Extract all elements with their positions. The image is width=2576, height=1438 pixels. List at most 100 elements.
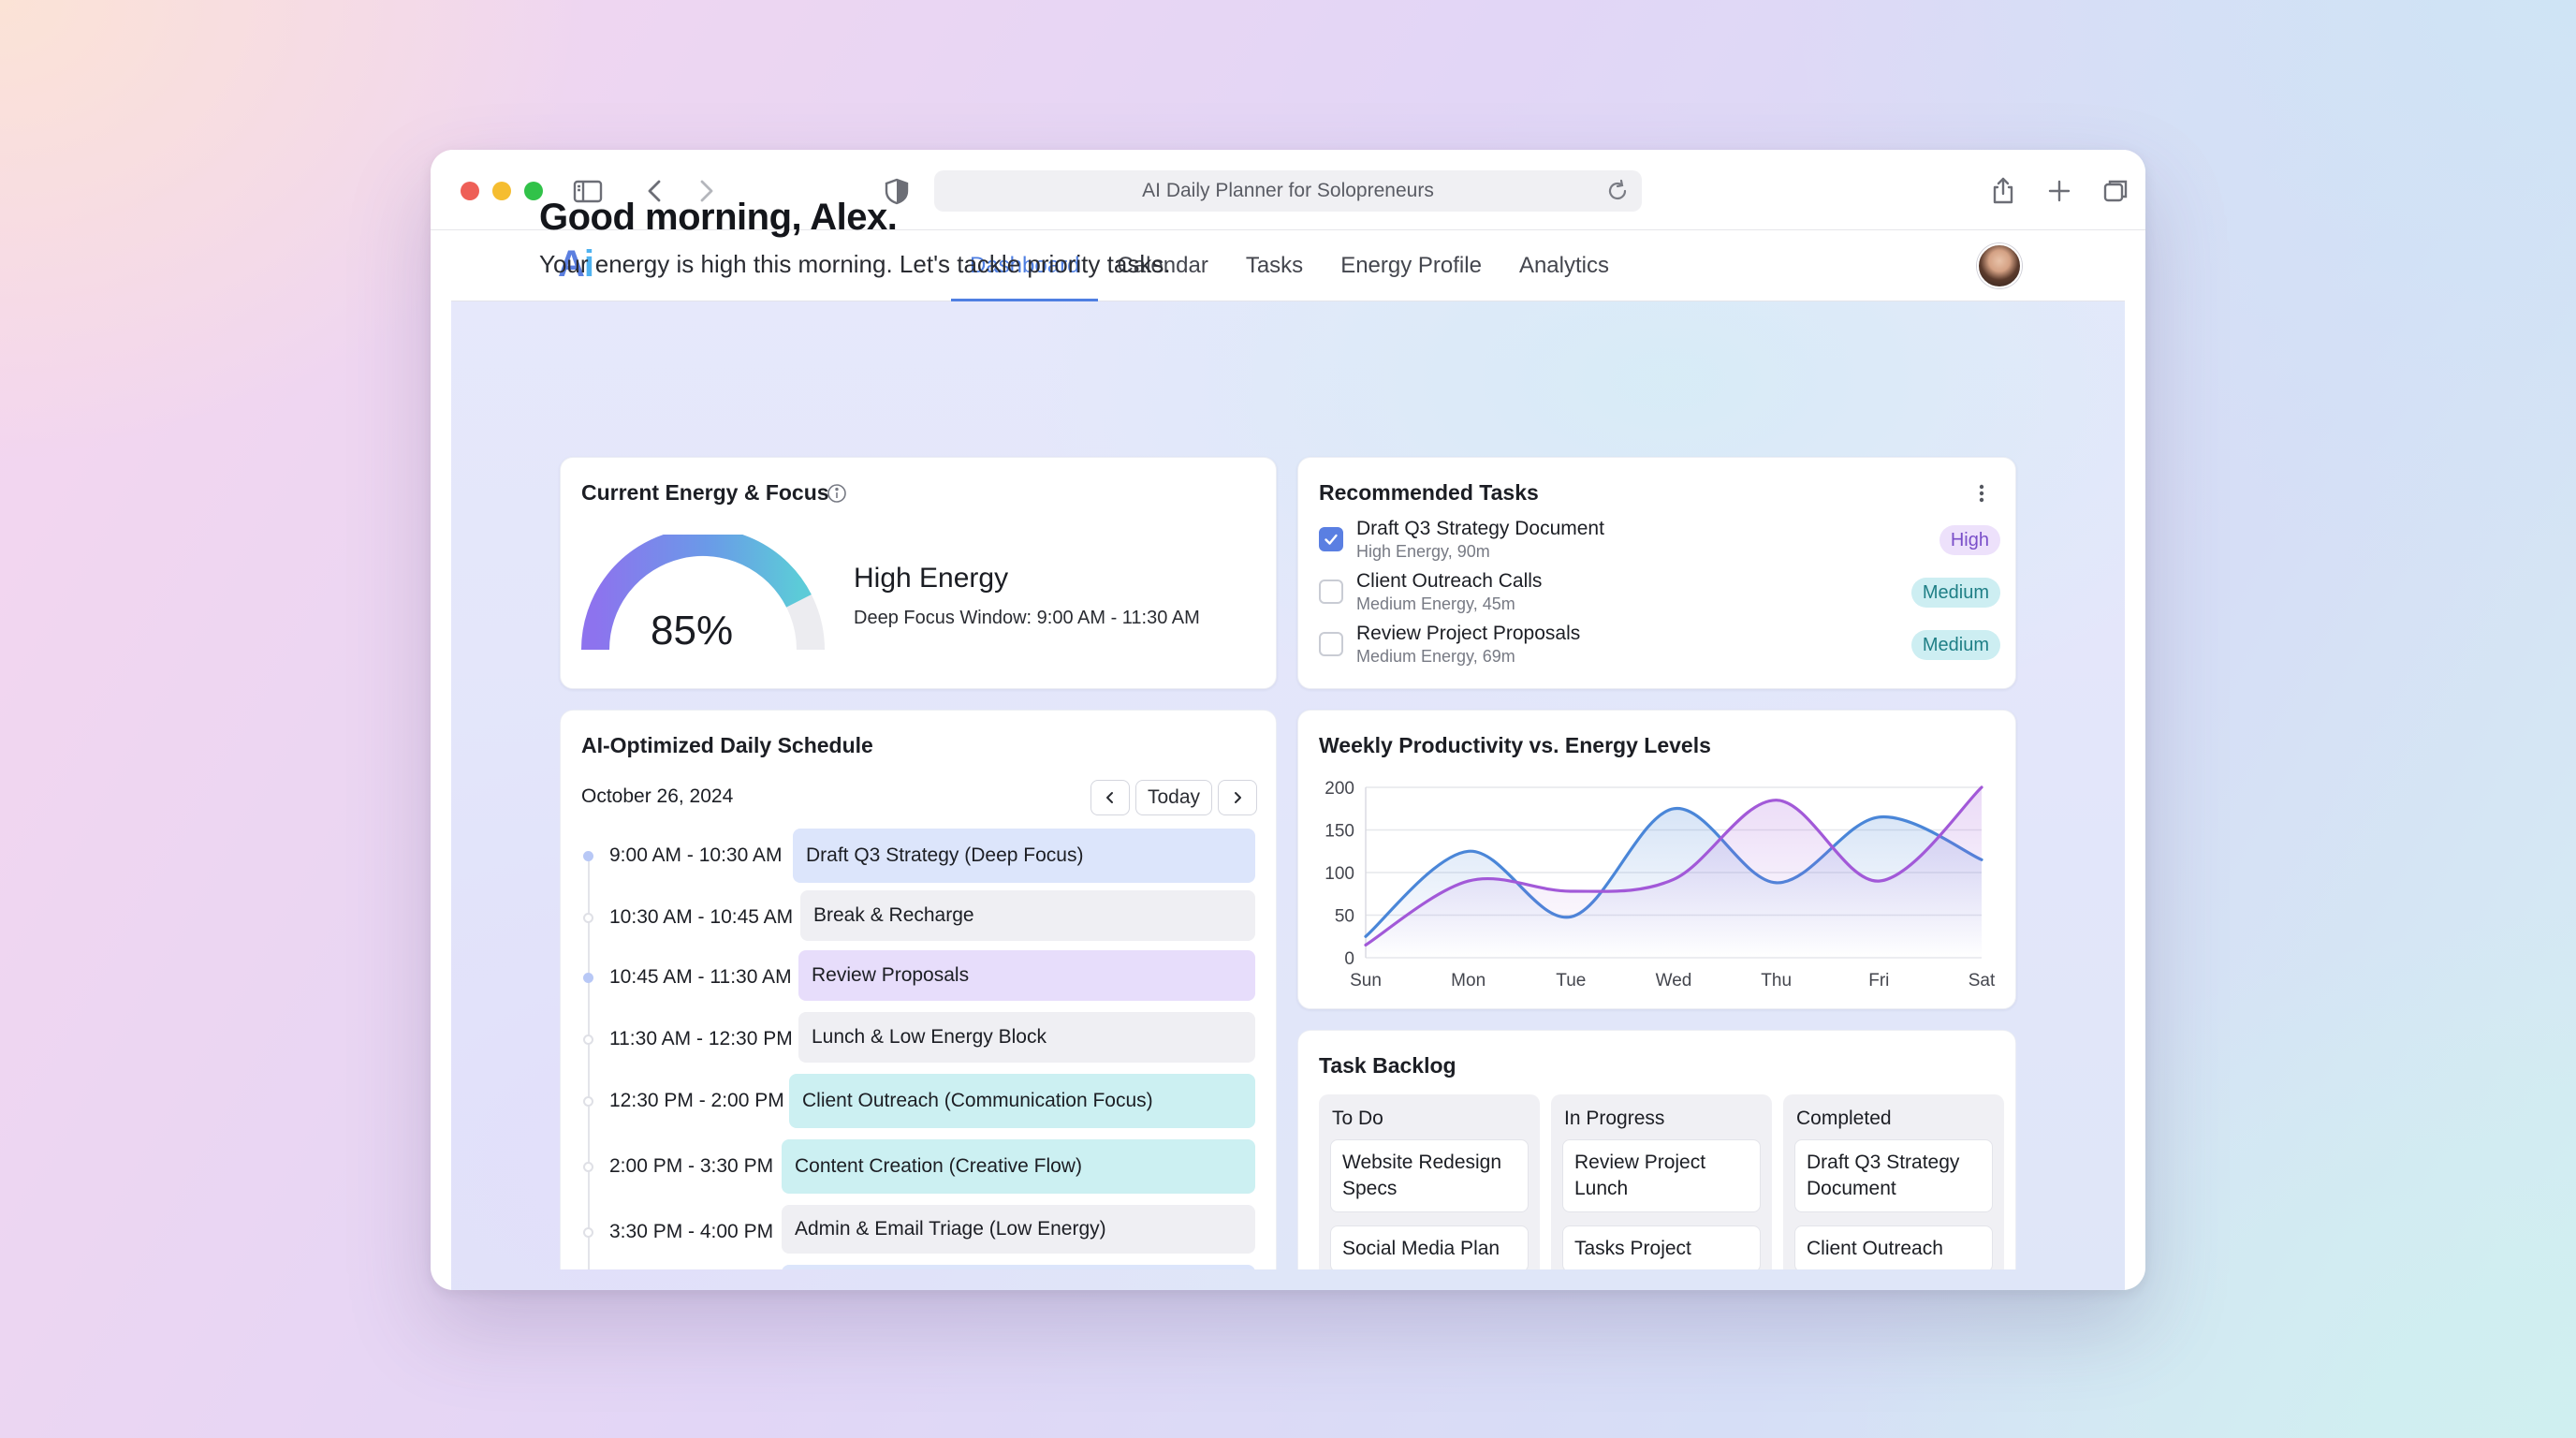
backlog-card-item[interactable]: Draft Q3 Strategy Document <box>1794 1139 1993 1212</box>
y-tick-label: 200 <box>1325 779 1354 799</box>
slot-block[interactable]: Content Creation (Creative Flow) <box>782 1139 1255 1194</box>
recommended-tasks-title: Recommended Tasks <box>1319 480 1539 505</box>
chevron-right-icon <box>1235 792 1241 803</box>
tab-analytics[interactable]: Analytics <box>1500 230 1628 301</box>
priority-badge: High <box>1939 525 2000 555</box>
timeline-dot <box>583 1162 593 1172</box>
y-tick-label: 100 <box>1325 864 1354 884</box>
energy-card-title: Current Energy & Focus <box>581 480 829 505</box>
timeline-dot <box>583 1096 593 1107</box>
slot-time: 10:45 AM - 11:30 AM <box>609 966 792 988</box>
task-meta: Medium Energy, 45m <box>1356 594 1515 613</box>
x-tick-label: Sat <box>1969 971 1996 990</box>
tab-tasks[interactable]: Tasks <box>1227 230 1322 301</box>
page-subtitle: Your energy is high this morning. Let's … <box>539 250 1171 278</box>
x-tick-label: Mon <box>1451 971 1486 990</box>
address-bar-title: AI Daily Planner for Solopreneurs <box>1142 180 1434 201</box>
weekly-chart-card: Weekly Productivity vs. Energy Levels 05… <box>1297 710 2016 1009</box>
today-button[interactable]: Today <box>1135 780 1212 815</box>
priority-badge: Medium <box>1910 578 2000 608</box>
x-tick-label: Fri <box>1868 971 1889 990</box>
schedule-slot[interactable]: 2:00 PM - 3:30 PM Content Creation (Crea… <box>561 1139 1276 1194</box>
timeline-dot <box>583 1034 593 1045</box>
schedule-slot <box>561 1265 1276 1269</box>
task-row[interactable]: Review Project Proposals Medium Energy, … <box>1319 623 2000 671</box>
backlog-card-item[interactable]: Client Outreach <box>1794 1225 1993 1269</box>
task-name: Review Project Proposals <box>1356 623 1581 644</box>
share-icon[interactable] <box>1984 172 2022 210</box>
greeting: Good morning, Alex. Your energy is high … <box>539 197 1171 279</box>
schedule-slot[interactable]: 9:00 AM - 10:30 AM Draft Q3 Strategy (De… <box>561 829 1276 883</box>
schedule-clip: AI-Optimized Daily Schedule October 26, … <box>560 710 1277 1269</box>
task-row[interactable]: Draft Q3 Strategy Document High Energy, … <box>1319 518 2000 566</box>
x-tick-label: Tue <box>1556 971 1586 990</box>
task-checkbox[interactable] <box>1319 580 1343 604</box>
backlog-card: Task Backlog To Do Website Redesign Spec… <box>1297 1030 2016 1269</box>
slot-block[interactable]: Admin & Email Triage (Low Energy) <box>782 1205 1255 1254</box>
slot-block[interactable]: Review Proposals <box>798 950 1255 1001</box>
schedule-slot[interactable]: 10:30 AM - 10:45 AM Break & Recharge <box>561 890 1276 941</box>
x-tick-label: Thu <box>1761 971 1792 990</box>
column-title: To Do <box>1332 1108 1383 1129</box>
backlog-column-todo: To Do Website Redesign Specs Social Medi… <box>1319 1094 1540 1269</box>
schedule-slot[interactable]: 12:30 PM - 2:00 PM Client Outreach (Comm… <box>561 1074 1276 1128</box>
user-avatar[interactable] <box>1977 243 2022 288</box>
timeline-dot <box>583 973 593 983</box>
energy-card: Current Energy & Focus 85% High Energy D… <box>560 457 1277 689</box>
close-window-button[interactable] <box>461 182 479 200</box>
info-icon[interactable] <box>827 483 847 504</box>
page-title: Good morning, Alex. <box>539 197 898 238</box>
schedule-slot[interactable]: 3:30 PM - 4:00 PM Admin & Email Triage (… <box>561 1205 1276 1254</box>
reload-icon[interactable] <box>1603 176 1632 206</box>
y-tick-label: 50 <box>1335 907 1354 927</box>
column-title: Completed <box>1796 1108 1892 1129</box>
slot-block[interactable]: Lunch & Low Energy Block <box>798 1012 1255 1063</box>
slot-time: 2:00 PM - 3:30 PM <box>609 1155 774 1177</box>
backlog-card-item[interactable]: Tasks Project <box>1562 1225 1761 1269</box>
schedule-card: AI-Optimized Daily Schedule October 26, … <box>560 710 1277 1269</box>
slot-time: 12:30 PM - 2:00 PM <box>609 1090 784 1111</box>
slot-time: 11:30 AM - 12:30 PM <box>609 1028 793 1049</box>
y-tick-label: 0 <box>1344 949 1354 969</box>
task-name: Draft Q3 Strategy Document <box>1356 518 1604 539</box>
task-row[interactable]: Client Outreach Calls Medium Energy, 45m… <box>1319 570 2000 619</box>
slot-block[interactable]: Draft Q3 Strategy (Deep Focus) <box>793 829 1255 883</box>
y-tick-label: 150 <box>1325 822 1354 842</box>
more-options-icon[interactable] <box>1969 480 1995 506</box>
minimize-window-button[interactable] <box>492 182 511 200</box>
slot-time: 9:00 AM - 10:30 AM <box>609 844 783 866</box>
task-meta: Medium Energy, 69m <box>1356 647 1515 666</box>
task-checkbox[interactable] <box>1319 527 1343 551</box>
energy-level: High Energy <box>854 563 1009 594</box>
slot-time: 3:30 PM - 4:00 PM <box>609 1221 774 1242</box>
slot-block[interactable]: Client Outreach (Communication Focus) <box>789 1074 1255 1128</box>
tab-energy-profile[interactable]: Energy Profile <box>1322 230 1500 301</box>
new-tab-icon[interactable] <box>2041 172 2078 210</box>
column-title: In Progress <box>1564 1108 1665 1129</box>
backlog-card-item[interactable]: Social Media Plan <box>1330 1225 1529 1269</box>
next-day-button[interactable] <box>1218 780 1257 815</box>
task-checkbox[interactable] <box>1319 632 1343 656</box>
schedule-date: October 26, 2024 <box>581 785 734 807</box>
timeline-dot <box>583 913 593 923</box>
schedule-slot[interactable]: 11:30 AM - 12:30 PM Lunch & Low Energy B… <box>561 1012 1276 1063</box>
slot-block <box>782 1265 1255 1269</box>
schedule-title: AI-Optimized Daily Schedule <box>581 733 873 757</box>
prev-day-button[interactable] <box>1090 780 1130 815</box>
tab-overview-icon[interactable] <box>2097 172 2134 210</box>
recommended-tasks-card: Recommended Tasks Draft Q3 Strategy Docu… <box>1297 457 2016 689</box>
schedule-slot[interactable]: 10:45 AM - 11:30 AM Review Proposals <box>561 950 1276 1001</box>
backlog-card-item[interactable]: Website Redesign Specs <box>1330 1139 1529 1212</box>
checkmark-icon <box>1325 534 1338 545</box>
backlog-card-item[interactable]: Review Project Lunch <box>1562 1139 1761 1212</box>
deep-focus-window: Deep Focus Window: 9:00 AM - 11:30 AM <box>854 608 1200 628</box>
x-tick-label: Sun <box>1350 971 1382 990</box>
weekly-chart: 0 50 100 150 200 Sun Mon Tue Wed Thu Fri Sat <box>1325 779 1996 990</box>
x-tick-label: Wed <box>1656 971 1692 990</box>
backlog-column-in-progress: In Progress Review Project Lunch Tasks P… <box>1551 1094 1772 1269</box>
backlog-column-completed: Completed Draft Q3 Strategy Document Cli… <box>1783 1094 2004 1269</box>
timeline-dot <box>583 1227 593 1238</box>
priority-badge: Medium <box>1910 630 2000 660</box>
timeline-dot <box>583 851 593 861</box>
slot-block[interactable]: Break & Recharge <box>800 890 1255 941</box>
